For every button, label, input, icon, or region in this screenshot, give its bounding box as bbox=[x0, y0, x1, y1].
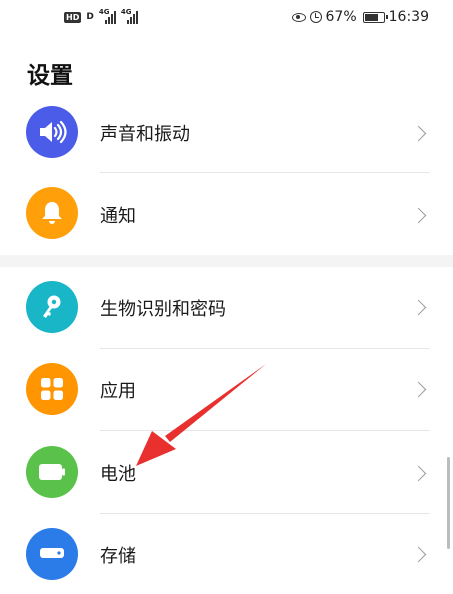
chevron-right-icon bbox=[410, 546, 427, 563]
annotation-arrow bbox=[136, 364, 266, 466]
arrow-shaft bbox=[165, 364, 266, 442]
